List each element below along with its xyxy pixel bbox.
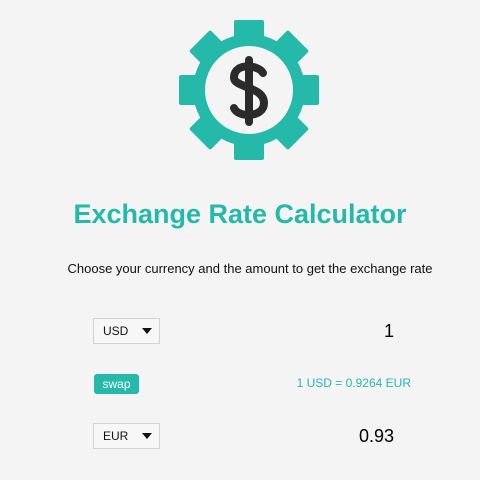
swap-button[interactable]: swap xyxy=(94,374,139,394)
from-currency-select[interactable]: USD xyxy=(93,318,160,344)
to-currency-select[interactable]: EUR xyxy=(93,423,160,449)
gear-icon xyxy=(179,20,319,160)
gear-dollar-icon xyxy=(179,20,319,160)
to-currency-value: EUR xyxy=(103,429,129,443)
exchange-rate-text: 1 USD = 0.9264 EUR xyxy=(296,376,411,390)
to-amount-input[interactable] xyxy=(220,422,394,450)
from-currency-value: USD xyxy=(103,324,129,338)
instructions-text: Choose your currency and the amount to g… xyxy=(67,261,433,276)
chevron-down-icon xyxy=(142,433,152,439)
page-title: Exchange Rate Calculator xyxy=(73,199,407,229)
chevron-down-icon xyxy=(142,328,152,334)
from-amount-input[interactable] xyxy=(220,317,394,345)
